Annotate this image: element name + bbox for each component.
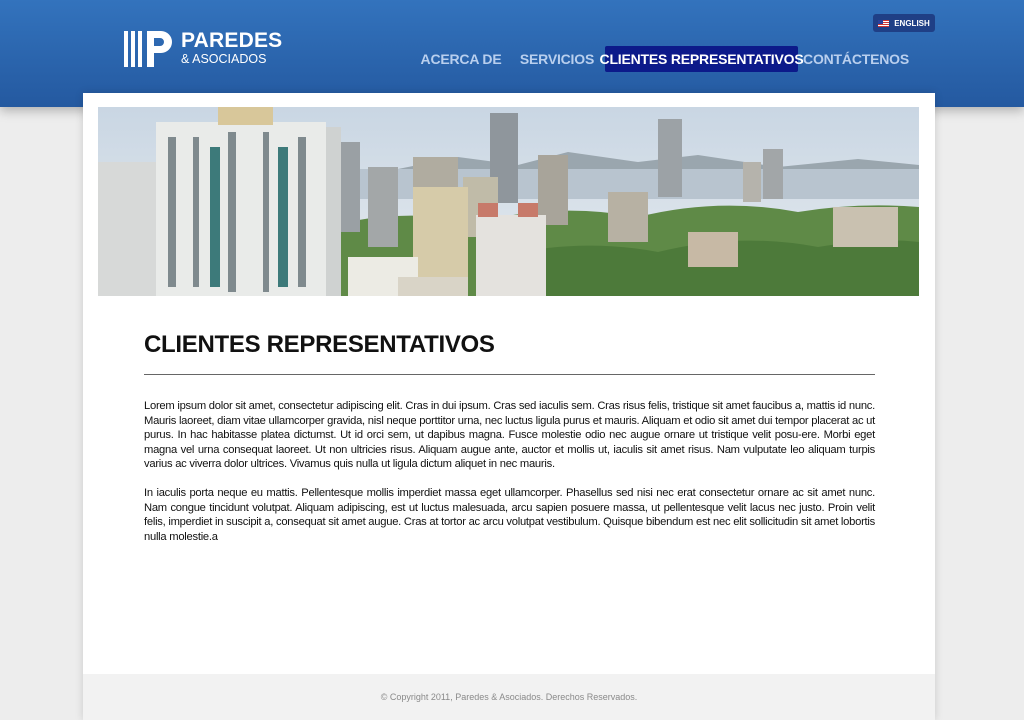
site-footer: © Copyright 2011, Paredes & Asociados. D…: [83, 674, 935, 720]
nav-contactenos[interactable]: CONTÁCTENOS: [803, 46, 909, 72]
page-title: CLIENTES REPRESENTATIVOS: [144, 331, 495, 358]
language-english-button[interactable]: ENGLISH: [873, 14, 935, 32]
logo-name: PAREDES: [181, 29, 283, 52]
nav-servicios[interactable]: SERVICIOS: [518, 46, 596, 72]
logo-mark-icon: [124, 31, 172, 67]
nav-clientes-representativos[interactable]: CLIENTES REPRESENTATIVOS: [600, 46, 804, 72]
site-header: PAREDES & ASOCIADOS ENGLISH ACERCA DE SE…: [0, 0, 1024, 107]
site-logo[interactable]: PAREDES & ASOCIADOS: [123, 28, 283, 68]
content-panel: CLIENTES REPRESENTATIVOS Lorem ipsum dol…: [83, 93, 935, 720]
city-banner-image: [98, 107, 919, 296]
logo-subtitle: & ASOCIADOS: [181, 52, 267, 66]
title-divider: [144, 374, 875, 375]
nav-acerca-de[interactable]: ACERCA DE: [421, 46, 502, 72]
content-paragraph: Lorem ipsum dolor sit amet, consectetur …: [144, 400, 875, 471]
copyright-text: © Copyright 2011, Paredes & Asociados. D…: [380, 692, 638, 702]
content-paragraph: In iaculis porta neque eu mattis. Pellen…: [144, 487, 875, 543]
us-flag-icon: [878, 19, 890, 27]
language-label: ENGLISH: [894, 18, 930, 28]
